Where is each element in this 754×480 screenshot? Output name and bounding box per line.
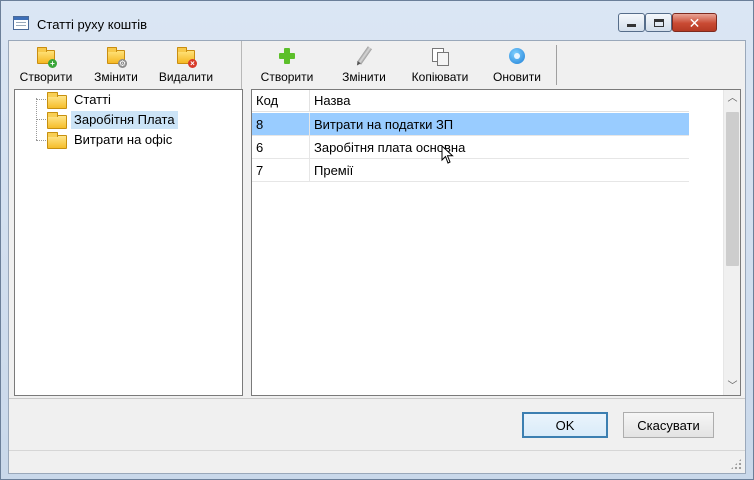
tree-delete-button[interactable]: × Видалити — [153, 45, 219, 87]
table-row[interactable]: 7 Премії — [252, 159, 689, 182]
cancel-button-label: Скасувати — [637, 417, 700, 433]
window-title: Статті руху коштів — [37, 17, 147, 32]
panel-splitter[interactable] — [241, 41, 242, 89]
items-grid[interactable]: Код Назва 8 Витрати на податки ЗП 6 Заро… — [251, 89, 741, 396]
table-app-icon — [13, 16, 29, 30]
close-button[interactable]: ✕ — [672, 13, 717, 32]
tree-connector — [36, 99, 46, 100]
ok-button[interactable]: OK — [522, 412, 608, 438]
table-row[interactable]: 6 Заробітня плата основна — [252, 136, 689, 159]
cancel-button[interactable]: Скасувати — [623, 412, 714, 438]
close-icon: ✕ — [688, 14, 701, 31]
folder-edit-icon: ⚙ — [107, 47, 127, 68]
scroll-down-icon[interactable]: ﹀ — [724, 378, 741, 395]
plus-icon — [278, 47, 296, 65]
dialog-window: Статті руху коштів ✕ + Створити ⚙ Змінит… — [0, 0, 754, 480]
grid-refresh-label: Оновити — [493, 70, 541, 84]
resize-grip-icon[interactable] — [730, 458, 742, 470]
cell-code: 8 — [252, 113, 310, 135]
tree-edit-label: Змінити — [94, 70, 138, 84]
maximize-button[interactable] — [645, 13, 672, 32]
folder-add-icon: + — [37, 47, 57, 68]
pencil-icon — [355, 46, 373, 65]
tree-item-label: Заробітня Плата — [71, 111, 178, 129]
minimize-button[interactable] — [618, 13, 645, 32]
refresh-icon — [508, 47, 526, 65]
cell-name: Витрати на податки ЗП — [314, 117, 454, 132]
tree-delete-label: Видалити — [158, 70, 214, 84]
vertical-scrollbar[interactable]: ︿ ﹀ — [723, 90, 740, 395]
table-row[interactable]: 8 Витрати на податки ЗП — [252, 113, 689, 136]
tree-edit-button[interactable]: ⚙ Змінити — [87, 45, 145, 87]
minimize-icon — [627, 23, 636, 27]
grid-refresh-button[interactable]: Оновити — [485, 45, 549, 87]
folder-icon — [47, 112, 67, 129]
column-header-code[interactable]: Код — [252, 90, 310, 112]
ok-button-label: OK — [555, 417, 575, 433]
grid-header: Код Назва — [252, 90, 689, 112]
title-bar[interactable]: Статті руху коштів ✕ — [1, 1, 753, 41]
grid-copy-label: Копіювати — [411, 70, 469, 84]
tree-create-button[interactable]: + Створити — [13, 45, 79, 87]
grid-edit-button[interactable]: Змінити — [335, 45, 393, 87]
folder-icon — [47, 132, 67, 149]
status-bar — [9, 450, 745, 473]
scroll-up-icon[interactable]: ︿ — [724, 90, 741, 107]
folder-delete-icon: × — [177, 47, 197, 68]
cell-name: Премії — [314, 163, 354, 178]
grid-create-label: Створити — [260, 70, 314, 84]
mouse-cursor-icon — [441, 145, 454, 164]
grid-edit-label: Змінити — [342, 70, 386, 84]
cell-code: 6 — [252, 136, 310, 158]
tree-connector — [36, 140, 46, 141]
dialog-client-area: + Створити ⚙ Змінити × Видалити Створити… — [8, 40, 746, 474]
tree-item-label: Статті — [74, 92, 111, 107]
copy-icon — [431, 47, 449, 66]
grid-copy-button[interactable]: Копіювати — [403, 45, 477, 87]
maximize-icon — [653, 18, 664, 27]
cell-name: Заробітня плата основна — [314, 140, 466, 155]
cell-code: 7 — [252, 159, 310, 181]
category-tree[interactable]: Статті Заробітня Плата Витрати на офіс — [14, 89, 243, 396]
toolbar-separator — [556, 45, 557, 85]
folder-icon — [47, 92, 67, 109]
tree-item-label: Витрати на офіс — [74, 132, 173, 147]
column-header-name[interactable]: Назва — [310, 90, 689, 112]
grid-create-button[interactable]: Створити — [253, 45, 321, 87]
tree-create-label: Створити — [19, 70, 73, 84]
scrollbar-thumb[interactable] — [726, 112, 739, 266]
tree-connector — [36, 119, 46, 120]
footer-divider — [9, 398, 745, 399]
